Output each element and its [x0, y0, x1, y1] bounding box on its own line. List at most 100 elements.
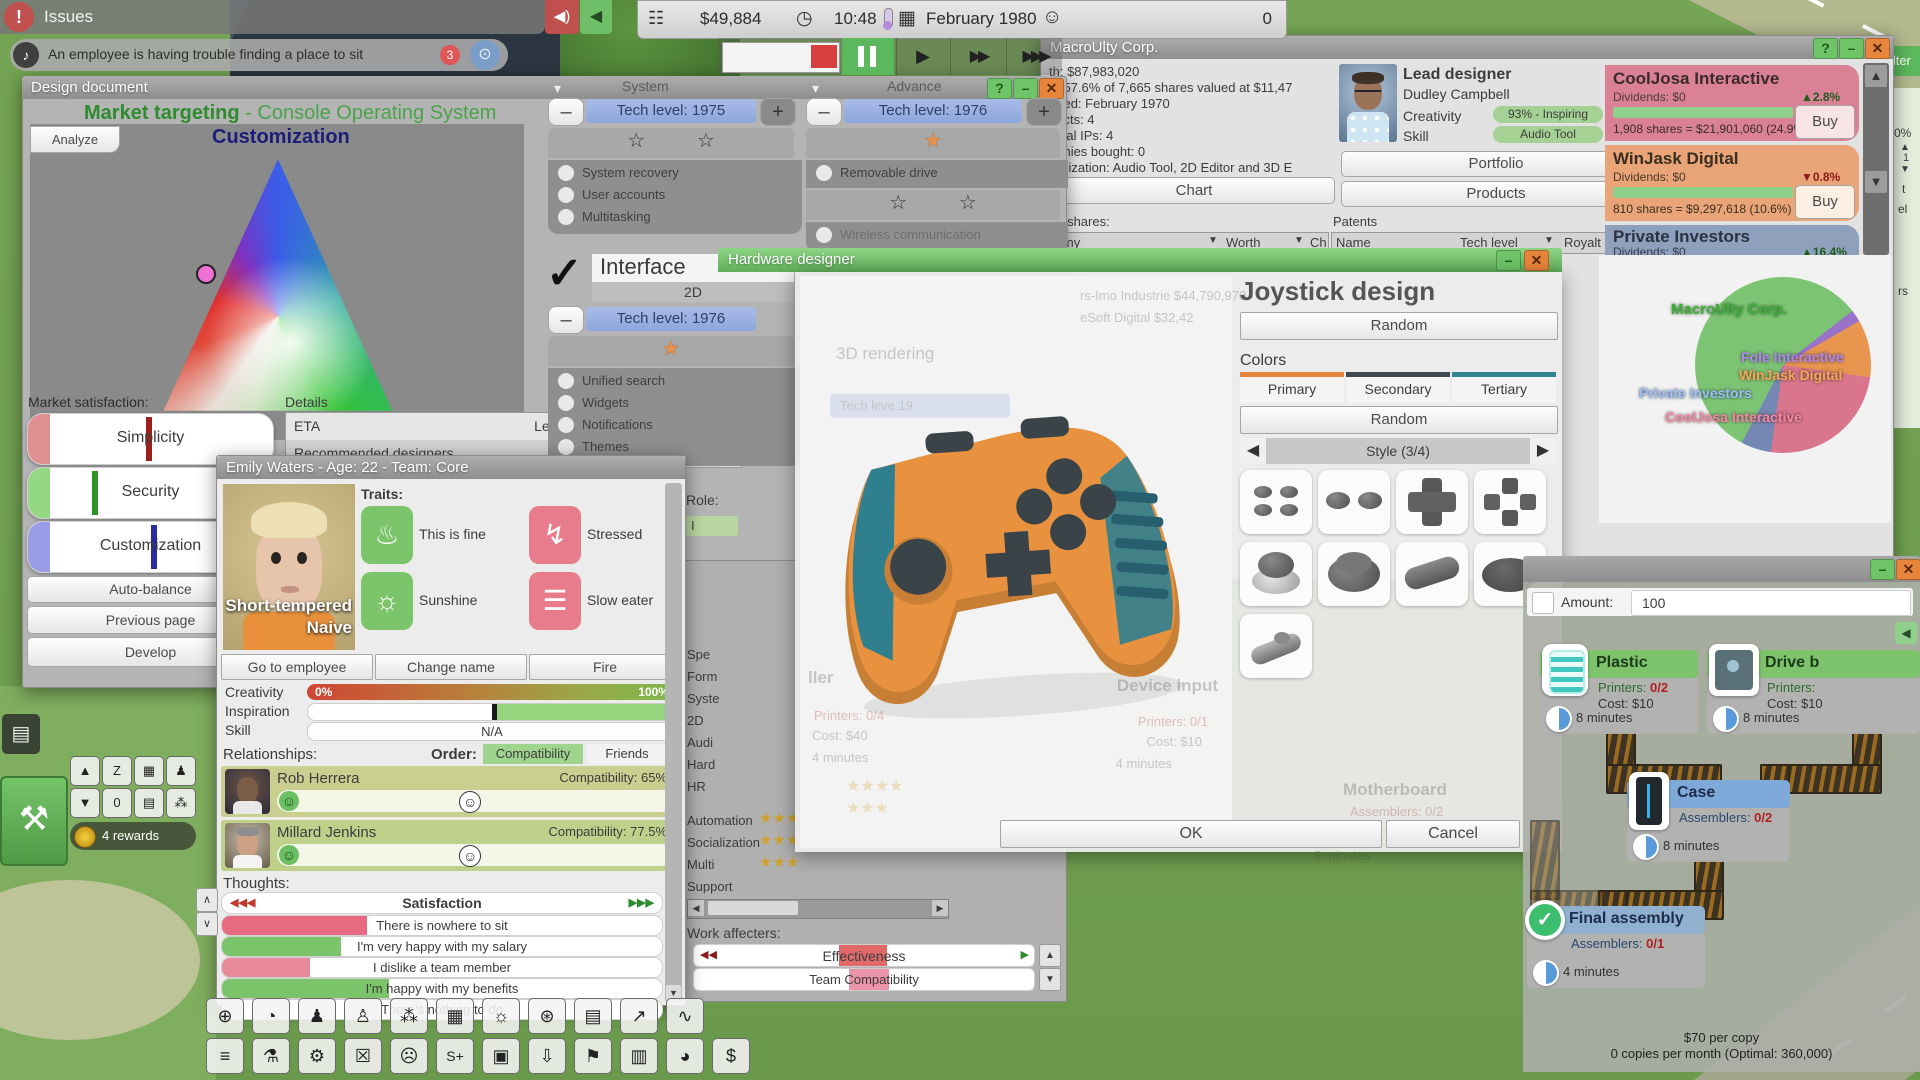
tab-secondary[interactable]: Secondary	[1346, 372, 1450, 403]
style-option-1[interactable]	[1240, 470, 1312, 534]
feature-wireless-communication[interactable]: Wireless communication	[814, 224, 1068, 246]
toolbar-teams-button[interactable]: ⁂	[390, 998, 428, 1034]
relationship-row-rob[interactable]: Rob Herrera Compatibility: 65% ☺ ☺	[221, 766, 677, 817]
toolbar-dismiss-button[interactable]: ☒	[344, 1038, 382, 1074]
employee-scrollbar[interactable]: ▼	[665, 483, 682, 1002]
company-close-button[interactable]: ✕	[1865, 38, 1890, 59]
buy-button-cooljosa[interactable]: Buy	[1795, 105, 1855, 139]
tech-col2-collapse-icon[interactable]: ▾	[812, 80, 819, 97]
toolbar-research-button[interactable]: ⚗	[252, 1038, 290, 1074]
production-minimize-button[interactable]: –	[1870, 559, 1895, 580]
relationship-row-millard[interactable]: Millard Jenkins Compatibility: 77.5% ☺ ☺	[221, 820, 677, 871]
style-option-2[interactable]	[1318, 470, 1390, 534]
hardware-designer-titlebar[interactable]: Hardware designer	[718, 248, 1562, 272]
feature-removable-drive[interactable]: Removable drive	[814, 162, 1068, 184]
company-minimize-button[interactable]: –	[1839, 38, 1864, 59]
style-option-9[interactable]	[1240, 614, 1312, 678]
random-color-button[interactable]: Random	[1240, 406, 1558, 434]
collapse-issues-button[interactable]: ◀	[580, 0, 612, 34]
toolbar-map-button[interactable]: ⊛	[528, 998, 566, 1034]
rotate-button[interactable]: Z	[102, 756, 132, 786]
style-option-7[interactable]	[1396, 542, 1468, 606]
analyze-button[interactable]: Analyze	[30, 126, 120, 153]
amount-checkbox[interactable]	[1532, 592, 1554, 614]
rewards-bar[interactable]: 4 rewards	[70, 822, 196, 850]
toolbar-salaries-button[interactable]: S+	[436, 1038, 474, 1074]
toolbar-settings-button[interactable]: ⚙	[298, 1038, 336, 1074]
fast-forward-button[interactable]: ▶▶	[950, 38, 1005, 75]
company-window-titlebar[interactable]: MacroUlty Corp.	[1041, 36, 1893, 59]
toolbar-imports-button[interactable]: ⇩	[528, 1038, 566, 1074]
tab-tertiary[interactable]: Tertiary	[1452, 372, 1556, 403]
scroll-up-button[interactable]: ∧	[196, 888, 218, 912]
tech2-plus-button[interactable]: +	[1026, 98, 1062, 126]
hscroll-left-icon[interactable]: ◀	[688, 900, 704, 916]
hardware-minimize-button[interactable]: –	[1496, 250, 1521, 271]
toolbar-world-button[interactable]: ⊕	[206, 998, 244, 1034]
stepper-down-icon[interactable]: ▼	[1900, 164, 1910, 175]
toolbar-markets-button[interactable]: ◔	[252, 998, 290, 1034]
pause-button[interactable]	[842, 38, 894, 75]
tech1b-minus-button[interactable]: –	[548, 306, 584, 334]
toolbar-finance-button[interactable]: ▥	[620, 1038, 658, 1074]
toolbar-growth-button[interactable]: ↗	[620, 998, 658, 1034]
camera-down-button[interactable]: ▼	[70, 788, 100, 818]
random-name-button[interactable]: Random	[1240, 312, 1558, 340]
furniture-button[interactable]: ▤	[134, 788, 164, 818]
order-friends-tab[interactable]: Friends	[587, 744, 667, 764]
star-filled-icon[interactable]: ★	[662, 338, 680, 360]
feature-multitasking[interactable]: Multitasking	[556, 206, 802, 228]
hscroll-thumb[interactable]	[708, 901, 798, 915]
interface-check-icon[interactable]: ✓	[546, 248, 583, 299]
mute-button[interactable]: ◀)	[545, 0, 579, 34]
style-option-6[interactable]	[1318, 542, 1390, 606]
style-option-5[interactable]	[1240, 542, 1312, 606]
layers-button[interactable]: ▤	[2, 714, 40, 754]
star-empty-icon[interactable]: ☆	[959, 192, 977, 214]
build-mode-button[interactable]: ⚒	[0, 776, 68, 866]
tech2-minus-button[interactable]: –	[806, 98, 842, 126]
toolbar-contracts-button[interactable]: ⚑	[574, 1038, 612, 1074]
design-minimize-button[interactable]: –	[1013, 78, 1038, 99]
hardware-close-button[interactable]: ✕	[1524, 250, 1549, 271]
toolbar-workstations-button[interactable]: ▦	[436, 998, 474, 1034]
employee-window-titlebar[interactable]: Emily Waters - Age: 22 - Team: Core	[217, 456, 685, 479]
star-empty-icon[interactable]: ☆	[627, 130, 645, 152]
staff-zones-button[interactable]: ♟	[166, 756, 196, 786]
toolbar-documents-button[interactable]: ≡	[206, 1038, 244, 1074]
tech1-plus-button[interactable]: +	[760, 98, 796, 126]
toolbar-spreadsheet-button[interactable]: ▤	[574, 998, 612, 1034]
team-compatibility-bar[interactable]: Team Compatibility	[693, 968, 1035, 991]
goto-employee-button[interactable]: Go to employee	[221, 654, 373, 680]
fastest-forward-button[interactable]: ▶▶▶	[1006, 38, 1063, 75]
scroll-down-icon[interactable]: ▼	[1865, 171, 1887, 193]
tab-primary[interactable]: Primary	[1240, 372, 1344, 403]
fire-button[interactable]: Fire	[529, 654, 681, 680]
design-help-button[interactable]: ?	[987, 78, 1012, 99]
toolbar-money-button[interactable]: $	[712, 1038, 750, 1074]
toolbar-employee-button[interactable]: ♟	[298, 998, 336, 1034]
toolbar-ideas-button[interactable]: ☼	[482, 998, 520, 1034]
cancel-button[interactable]: Cancel	[1386, 820, 1520, 848]
speed-progress[interactable]	[722, 42, 840, 73]
feature-system-recovery[interactable]: System recovery	[556, 162, 802, 184]
crowd-button[interactable]: ⁂	[166, 788, 196, 818]
ok-button[interactable]: OK	[1000, 820, 1382, 848]
render-area[interactable]: rs-Imo Industrie $44,790,970 eSoft Digit…	[800, 276, 1246, 848]
star-empty-icon[interactable]: ☆	[697, 130, 715, 152]
design-close-button[interactable]: ✕	[1039, 78, 1064, 99]
change-name-button[interactable]: Change name	[375, 654, 527, 680]
amount-input[interactable]: 100	[1631, 590, 1911, 616]
scroll-down-button[interactable]: ∨	[196, 912, 218, 936]
production-titlebar[interactable]	[1523, 556, 1920, 582]
tech-col1-collapse-icon[interactable]: ▾	[554, 80, 561, 97]
feature-user-accounts[interactable]: User accounts	[556, 184, 802, 206]
toolbar-products-button[interactable]: ▣	[482, 1038, 520, 1074]
notification-pill[interactable]: ♪ An employee is having trouble finding …	[10, 39, 508, 71]
collapse-left-icon[interactable]: ◀	[1895, 622, 1917, 644]
toolbar-charts-button[interactable]: ∿	[666, 998, 704, 1034]
star-empty-icon[interactable]: ☆	[889, 192, 907, 214]
satisfaction-header-bar[interactable]: ◀◀◀ Satisfaction ▶▶▶	[221, 892, 663, 914]
company-help-button[interactable]: ?	[1813, 38, 1838, 59]
toolbar-moods-button[interactable]: ☹	[390, 1038, 428, 1074]
